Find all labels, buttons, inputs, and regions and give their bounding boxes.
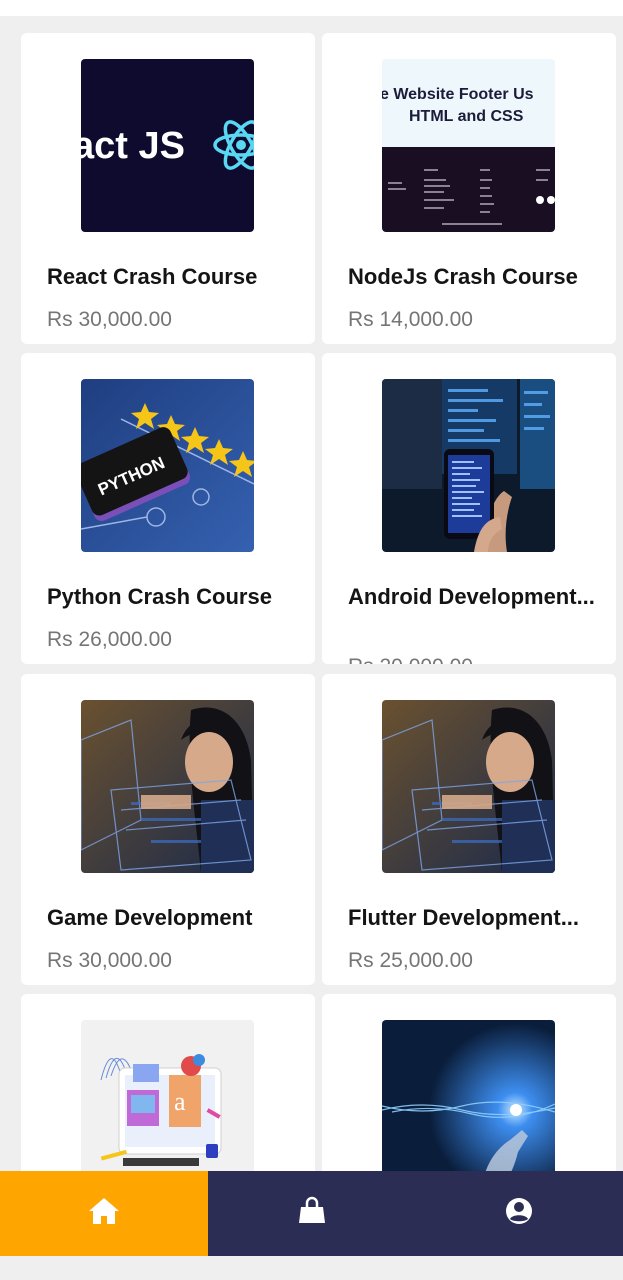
course-title: Python Crash Course <box>47 584 272 609</box>
svg-text:a: a <box>174 1087 186 1116</box>
course-price: Rs 20,000.00 <box>348 655 473 664</box>
course-price: Rs 30,000.00 <box>47 949 172 972</box>
course-title: Flutter Development... <box>348 905 580 930</box>
course-card-nodejs[interactable]: e Website Footer Us HTML and CSS NodeJs … <box>322 33 616 344</box>
woman-tablet-thumbnail <box>81 700 254 873</box>
website-footer-thumbnail: e Website Footer Us HTML and CSS <box>382 59 555 232</box>
system-bottom-area <box>0 1256 623 1280</box>
course-price: Rs 30,000.00 <box>47 308 172 331</box>
course-title: Game Development <box>47 905 253 930</box>
thumbnail-text: e Website Footer Us <box>382 86 534 103</box>
digital-hand-thumbnail <box>382 1020 555 1171</box>
course-price: Rs 26,000.00 <box>47 628 172 651</box>
woman-tablet-thumbnail <box>382 700 555 873</box>
python-rating-thumbnail: PYTHON <box>81 379 254 552</box>
course-grid: act JS React Crash Course Rs 30,000.00 e… <box>0 0 623 1171</box>
shopping-bag-icon <box>297 1196 327 1231</box>
design-app-thumbnail: a <box>81 1020 254 1171</box>
react-js-thumbnail: act JS <box>81 59 254 232</box>
course-card-python[interactable]: PYTHON Python Crash Course Rs 26,000.00 <box>21 353 315 664</box>
course-title: React Crash Course <box>47 264 258 289</box>
home-icon <box>87 1196 121 1231</box>
course-title: NodeJs Crash Course <box>348 264 578 289</box>
phone-code-thumbnail <box>382 379 555 552</box>
bottom-navigation <box>0 1171 623 1256</box>
account-circle-icon <box>504 1196 534 1231</box>
course-price: Rs 25,000.00 <box>348 949 473 972</box>
course-card-game[interactable]: Game Development Rs 30,000.00 <box>21 674 315 985</box>
course-card-react[interactable]: act JS React Crash Course Rs 30,000.00 <box>21 33 315 344</box>
course-card-flutter[interactable]: Flutter Development... Rs 25,000.00 <box>322 674 616 985</box>
course-card-android[interactable]: Android Development... Rs 20,000.00 <box>322 353 616 664</box>
course-title: Android Development... <box>348 584 595 609</box>
nav-shop-button[interactable] <box>207 1171 416 1256</box>
nav-home-button[interactable] <box>0 1171 208 1256</box>
thumbnail-text: HTML and CSS <box>409 108 524 125</box>
nav-profile-button[interactable] <box>415 1171 623 1256</box>
course-price: Rs 14,000.00 <box>348 308 473 331</box>
course-card-digital[interactable] <box>322 994 616 1171</box>
thumbnail-text: act JS <box>81 125 185 167</box>
course-card-design[interactable]: a <box>21 994 315 1171</box>
